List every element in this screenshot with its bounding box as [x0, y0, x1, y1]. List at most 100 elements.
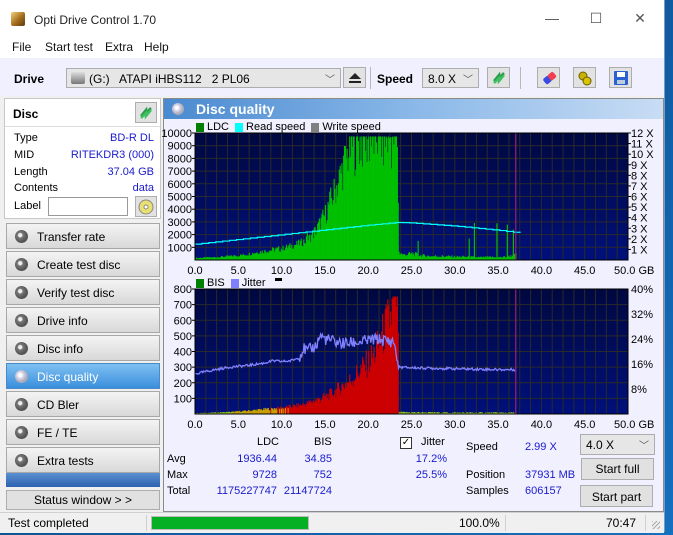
save-icon — [613, 70, 628, 85]
status-window-button[interactable]: Status window > > — [6, 490, 160, 510]
y-tick-label: 5000 — [168, 192, 192, 204]
x-tick-label: 30.0 — [444, 265, 465, 276]
speed-label: Speed — [377, 72, 414, 86]
x-tick-label: 35.0 — [487, 265, 508, 276]
disc-refresh-button[interactable] — [135, 102, 157, 123]
close-icon: ✕ — [634, 9, 646, 26]
disc-label-input[interactable] — [48, 197, 128, 216]
ldc-bar — [473, 223, 476, 260]
x-tick-label: 15.0 — [314, 265, 335, 276]
x-tick-label: 45.0 — [574, 265, 595, 276]
stats-header-ldc: LDC — [257, 436, 280, 448]
disc-icon — [15, 286, 28, 299]
nav-disc-quality[interactable]: Disc quality — [6, 363, 160, 389]
menu-file[interactable]: File — [12, 40, 31, 54]
elapsed-time: 70:47 — [606, 516, 637, 530]
x-tick-label: 45.0 — [574, 419, 595, 430]
disc-label-button[interactable] — [135, 196, 157, 217]
stats-total-label: Total — [167, 485, 191, 497]
menu-start-test[interactable]: Start test — [45, 40, 93, 54]
x-tick-label: 15.0 — [314, 419, 335, 430]
x-tick-label: 20.0 — [357, 265, 378, 276]
speed-select[interactable]: 8.0 X ﹀ — [422, 68, 479, 88]
toolbar: Drive (G:) ATAPI iHBS112 2 PL06 ﹀ Speed … — [0, 58, 664, 96]
save-button[interactable] — [609, 67, 632, 88]
stats-header-bis: BIS — [314, 436, 332, 448]
nav-label: Extra tests — [37, 454, 94, 468]
x-tick-label: 0.0 — [187, 265, 202, 276]
run-samples-label: Samples — [466, 485, 509, 497]
eject-button[interactable] — [343, 67, 366, 88]
app-window: Opti Drive Control 1.70 — ☐ ✕ File Start… — [0, 0, 665, 533]
disc-icon — [15, 342, 28, 355]
minimize-button[interactable]: — — [530, 4, 574, 32]
ldc-bar — [506, 224, 508, 260]
resize-grip[interactable] — [652, 521, 660, 529]
nav-cd-bler[interactable]: CD Bler — [6, 391, 160, 417]
jitter-checkbox[interactable]: ✓ — [400, 437, 412, 449]
y-tick-label: 1000 — [168, 242, 192, 254]
status-bar: Test completed 100.0% 70:47 — [0, 512, 664, 533]
settings-button[interactable] — [573, 67, 596, 88]
ldc-bar — [397, 202, 399, 260]
x-tick-label: 40.0 — [531, 419, 552, 430]
x-tick-label: 50.0 GB — [614, 265, 654, 276]
nav-label: Disc quality — [37, 370, 99, 384]
y-tick-label: 200 — [174, 378, 192, 390]
test-speed-select[interactable]: 4.0 X ﹀ — [580, 434, 655, 455]
x-tick-label: 5.0 — [231, 419, 246, 430]
nav-extra-tests[interactable]: Extra tests — [6, 447, 160, 473]
y2-tick-label: 16% — [631, 359, 653, 371]
nav-label: Verify test disc — [37, 286, 115, 300]
progress-percent: 100.0% — [459, 516, 500, 530]
nav-label: Drive info — [37, 314, 88, 328]
nav-label: Create test disc — [37, 258, 121, 272]
x-tick-label: 20.0 — [357, 419, 378, 430]
maximize-button[interactable]: ☐ — [574, 4, 618, 32]
close-button[interactable]: ✕ — [618, 4, 662, 32]
status-separator — [645, 515, 646, 531]
nav-drive-info[interactable]: Drive info — [6, 307, 160, 333]
refresh-icon — [140, 106, 152, 119]
menu-bar: File Start test Extra Help — [0, 36, 664, 58]
y2-tick-label: 9 X — [631, 160, 648, 172]
chart-handle[interactable] — [274, 277, 282, 281]
ldc-bar — [496, 223, 498, 260]
disc-icon — [15, 258, 28, 271]
stats-total-bis: 21147724 — [283, 485, 332, 497]
y-tick-label: 9000 — [168, 141, 192, 153]
drive-label: Drive — [14, 72, 45, 86]
drive-select[interactable]: (G:) ATAPI iHBS112 2 PL06 ﹀ — [66, 68, 341, 88]
x-tick-label: 35.0 — [487, 419, 508, 430]
disc-icon — [15, 454, 28, 467]
nav-fe-te[interactable]: FE / TE — [6, 419, 160, 445]
disc-type-value: BD-R DL — [109, 132, 154, 144]
disc-icon — [172, 103, 184, 115]
y-tick-label: 2000 — [168, 230, 192, 242]
menu-help[interactable]: Help — [144, 40, 169, 54]
x-tick-label: 10.0 — [271, 419, 292, 430]
stats-total-ldc: 1175227747 — [216, 485, 277, 497]
y-tick-label: 500 — [174, 331, 192, 343]
y2-tick-label: 32% — [631, 309, 653, 321]
nav-disc-info[interactable]: Disc info — [6, 335, 160, 361]
run-position-label: Position — [466, 469, 506, 481]
eject-icon — [348, 72, 361, 83]
toolbar-separator — [370, 67, 371, 89]
nav-verify-test-disc[interactable]: Verify test disc — [6, 279, 160, 305]
nav-transfer-rate[interactable]: Transfer rate — [6, 223, 160, 249]
menu-extra[interactable]: Extra — [105, 40, 133, 54]
nav-label: FE / TE — [37, 426, 78, 440]
disc-icon — [15, 314, 28, 327]
stats-max-jitter: 25.5% — [415, 469, 447, 481]
start-part-button[interactable]: Start part — [580, 485, 653, 507]
refresh-button[interactable] — [487, 67, 510, 88]
y2-tick-label: 5 X — [631, 202, 648, 214]
erase-button[interactable] — [537, 67, 560, 88]
start-full-button[interactable]: Start full — [581, 458, 654, 480]
bis-bar — [397, 332, 399, 414]
disc-length-value: 37.04 GB — [107, 166, 154, 178]
disc-header: Disc — [13, 107, 39, 121]
nav-create-test-disc[interactable]: Create test disc — [6, 251, 160, 277]
toolbar-separator — [520, 67, 521, 89]
